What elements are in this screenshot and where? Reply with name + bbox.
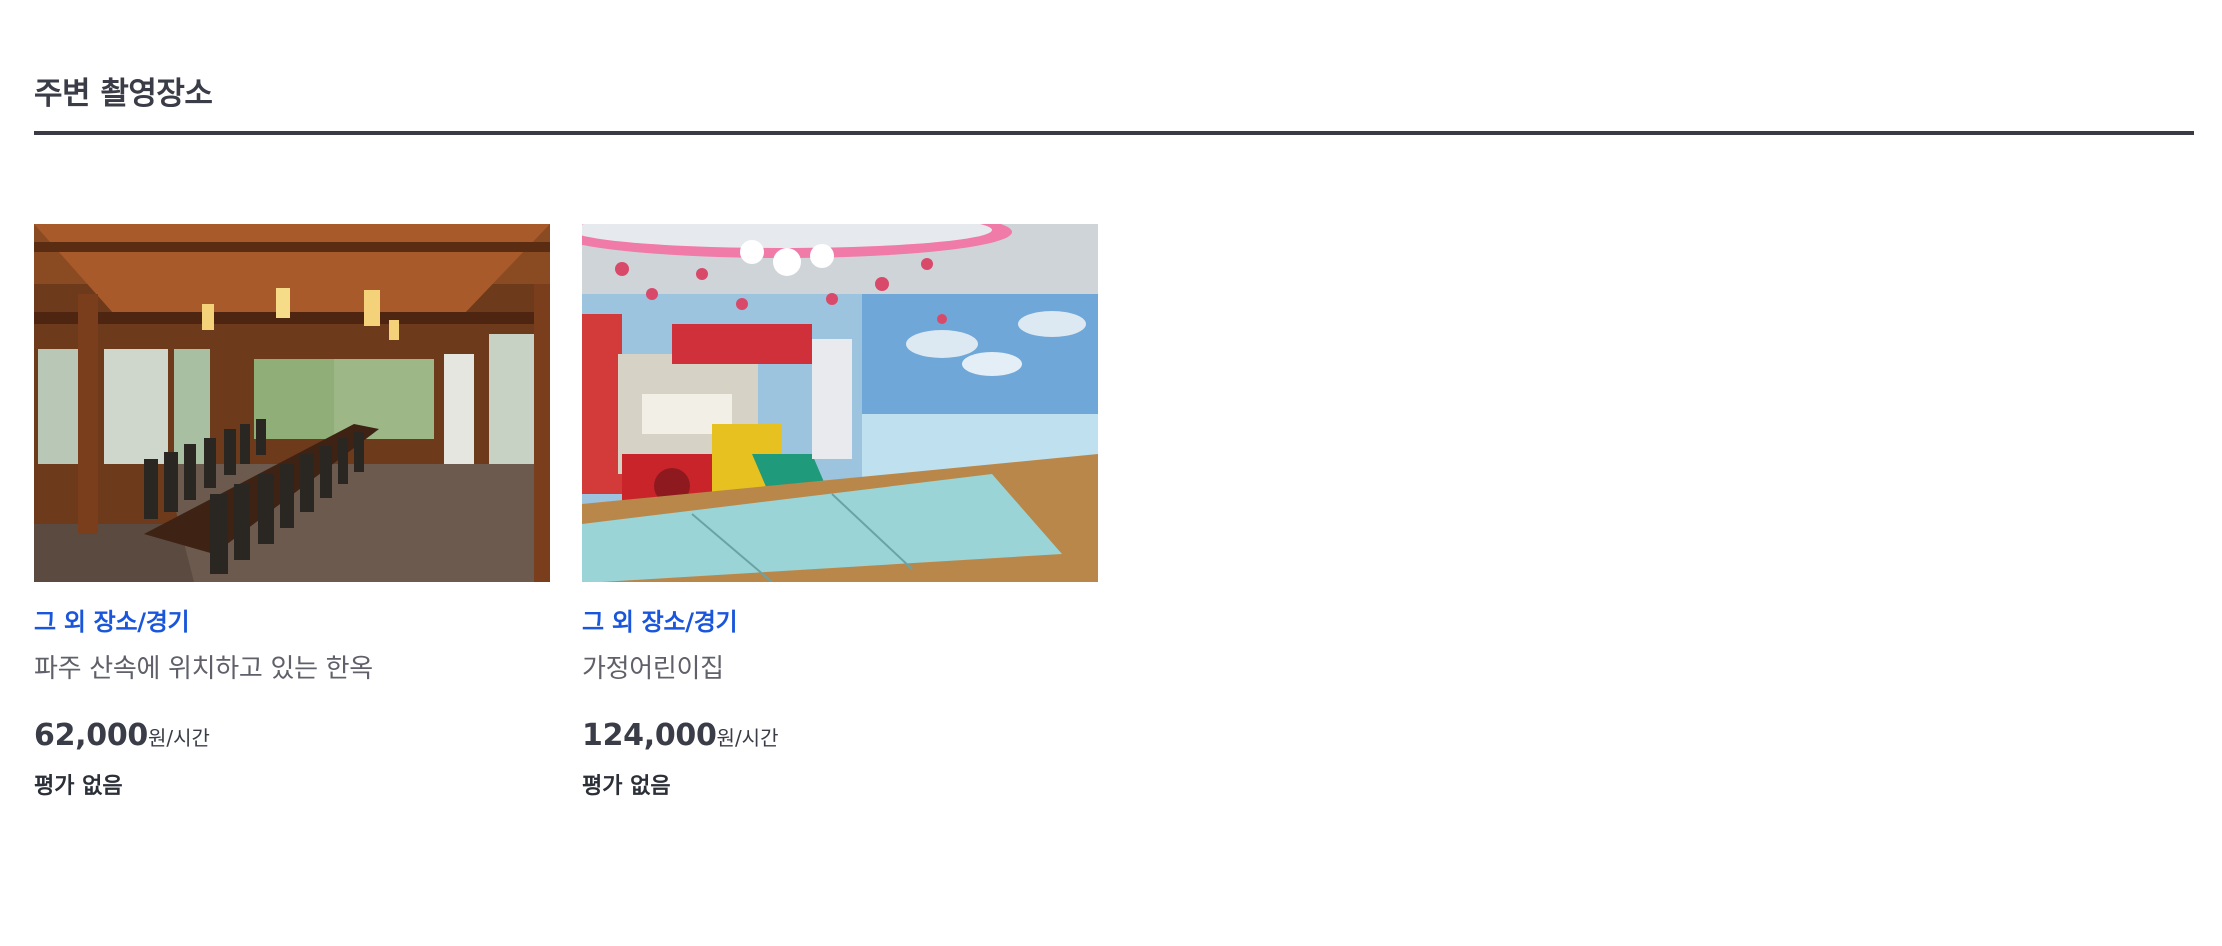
location-rating: 평가 없음 <box>582 774 671 799</box>
location-rating: 평가 없음 <box>34 774 123 799</box>
location-card[interactable]: 그 외 장소/경기 파주 산속에 위치하고 있는 한옥 62,000원/시간 평… <box>34 224 550 804</box>
price-amount: 62,000 <box>34 718 148 753</box>
price-unit: 원/시간 <box>147 726 210 750</box>
section-title: 주변 촬영장소 <box>34 76 213 112</box>
location-price: 62,000원/시간 <box>34 718 210 753</box>
location-card-list: 그 외 장소/경기 파주 산속에 위치하고 있는 한옥 62,000원/시간 평… <box>34 224 2194 824</box>
price-unit: 원/시간 <box>716 726 779 750</box>
location-title[interactable]: 가정어린이집 <box>582 648 724 685</box>
kids-playroom-image <box>582 224 1098 582</box>
hanok-interior-image <box>34 224 550 582</box>
location-thumbnail[interactable] <box>34 224 550 582</box>
location-price: 124,000원/시간 <box>582 718 779 753</box>
location-card[interactable]: 그 외 장소/경기 가정어린이집 124,000원/시간 평가 없음 <box>582 224 1098 804</box>
location-category: 그 외 장소/경기 <box>34 608 190 636</box>
location-title[interactable]: 파주 산속에 위치하고 있는 한옥 <box>34 648 373 685</box>
section-divider <box>34 131 2194 135</box>
location-thumbnail[interactable] <box>582 224 1098 582</box>
price-amount: 124,000 <box>582 718 717 753</box>
nearby-locations-section: 주변 촬영장소 그 외 장소/경기 파주 산속에 위치하고 있는 한옥 62,0… <box>34 0 2194 946</box>
location-category: 그 외 장소/경기 <box>582 608 738 636</box>
